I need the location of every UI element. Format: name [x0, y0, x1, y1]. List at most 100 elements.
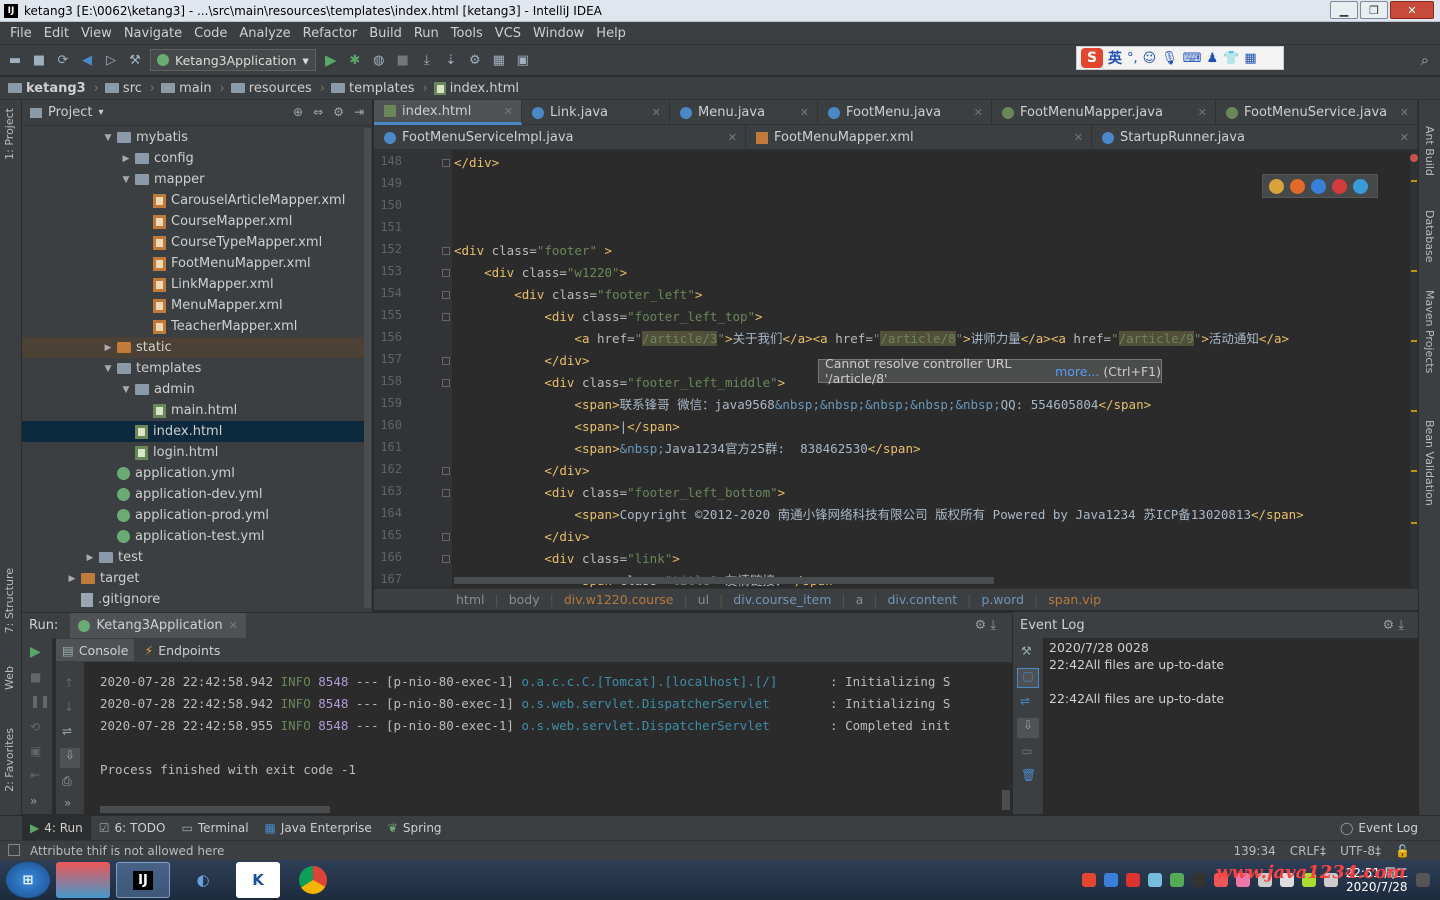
- tree-item[interactable]: application-test.yml: [22, 526, 366, 547]
- maven-tool-tab[interactable]: Maven Projects: [1423, 290, 1436, 373]
- menu-tools[interactable]: Tools: [445, 26, 489, 41]
- fold-marker-icon[interactable]: [442, 269, 450, 277]
- grid-icon[interactable]: ▦: [1244, 51, 1256, 66]
- fold-marker-icon[interactable]: [442, 489, 450, 497]
- editor-breadcrumb-item[interactable]: html: [456, 592, 484, 607]
- breadcrumb-item[interactable]: resources: [230, 81, 312, 96]
- tree-item[interactable]: main.html: [22, 400, 366, 421]
- open-folder-icon[interactable]: ▬: [6, 51, 24, 69]
- run-icon[interactable]: ▶: [322, 51, 340, 69]
- tree-item[interactable]: LinkMapper.xml: [22, 274, 366, 295]
- editor-breadcrumb-item[interactable]: div.w1220.course: [564, 592, 674, 607]
- shield-icon[interactable]: [1147, 873, 1162, 887]
- run-tab[interactable]: Ketang3Application ✕: [70, 612, 246, 639]
- build-icon[interactable]: ⚒: [126, 51, 144, 69]
- up-icon[interactable]: ↑: [64, 676, 74, 690]
- menu-refactor[interactable]: Refactor: [297, 26, 364, 41]
- menu-help[interactable]: Help: [590, 26, 632, 41]
- run-configuration-select[interactable]: Ketang3Application ▾: [150, 49, 316, 71]
- emoji-icon[interactable]: ☺: [1143, 51, 1157, 66]
- print-icon[interactable]: ⎙: [62, 774, 72, 789]
- close-tab-icon[interactable]: ✕: [1400, 131, 1409, 144]
- project-tool-tab[interactable]: 1: Project: [3, 108, 16, 160]
- expanded-arrow-icon[interactable]: ▼: [102, 133, 114, 143]
- scroll-from-source-icon[interactable]: ⊕: [293, 105, 303, 119]
- taskbar-eclipse-icon[interactable]: ◐: [176, 862, 230, 898]
- editor-breadcrumb-item[interactable]: p.word: [981, 592, 1024, 607]
- settings-icon[interactable]: ⚙: [466, 51, 484, 69]
- ime-toolbar[interactable]: S 英 °, ☺ 🎙 ⌨ ♟ 👕 ▦: [1076, 46, 1284, 70]
- taskbar-intellij-icon[interactable]: IJ: [116, 862, 170, 898]
- tree-item[interactable]: index.html: [22, 421, 366, 442]
- project-view-select[interactable]: Project: [48, 105, 92, 120]
- file-encoding[interactable]: UTF-8‡: [1340, 844, 1381, 858]
- tree-item[interactable]: CourseTypeMapper.xml: [22, 232, 366, 253]
- chevron-down-icon[interactable]: ▾: [98, 107, 103, 118]
- close-icon[interactable]: ✕: [229, 619, 238, 632]
- tree-item[interactable]: ▶ config: [22, 148, 366, 169]
- database-tool-tab[interactable]: Database: [1423, 210, 1436, 263]
- sync-icon[interactable]: ⟳: [54, 51, 72, 69]
- expanded-arrow-icon[interactable]: ▼: [120, 175, 132, 185]
- editor-tab[interactable]: FootMenuMapper.java ✕: [992, 100, 1216, 125]
- menu-vcs[interactable]: VCS: [489, 26, 527, 41]
- antivirus-icon[interactable]: [1125, 873, 1140, 887]
- spring-tool-tab[interactable]: ❦ Spring: [380, 816, 450, 841]
- nvidia-icon[interactable]: [1169, 873, 1184, 887]
- app-tray-icon[interactable]: [1191, 873, 1206, 887]
- update-icon[interactable]: ⇣: [442, 51, 460, 69]
- stop-icon[interactable]: ■: [30, 670, 41, 684]
- menu-file[interactable]: File: [4, 26, 38, 41]
- breadcrumb-item[interactable]: index.html: [433, 81, 519, 96]
- menu-view[interactable]: View: [75, 26, 118, 41]
- skin-icon[interactable]: 👕: [1223, 51, 1239, 66]
- collapse-all-icon[interactable]: ⇔: [313, 105, 323, 119]
- close-tab-icon[interactable]: ✕: [728, 131, 737, 144]
- editor-breadcrumb-item[interactable]: div.content: [888, 592, 958, 607]
- editor-tab[interactable]: FootMenuService.java ✕: [1216, 100, 1418, 125]
- console-vertical-scrollbar[interactable]: [1002, 790, 1010, 810]
- run-subtab-endpoints[interactable]: ⚡ Endpoints: [138, 639, 226, 661]
- tree-item[interactable]: CourseMapper.xml: [22, 211, 366, 232]
- close-tab-icon[interactable]: ✕: [1400, 106, 1409, 119]
- fold-icon[interactable]: ▭: [1021, 744, 1032, 758]
- action-center-icon[interactable]: [1416, 873, 1430, 887]
- scroll-to-end-icon[interactable]: ⇩: [1017, 718, 1039, 738]
- collapsed-arrow-icon[interactable]: ▶: [120, 154, 132, 164]
- save-icon[interactable]: ■: [30, 51, 48, 69]
- close-button[interactable]: ✕: [1390, 1, 1434, 19]
- fold-marker-icon[interactable]: [442, 291, 450, 299]
- exit-icon[interactable]: ⇤: [30, 768, 40, 782]
- ant-build-tool-tab[interactable]: Ant Build: [1423, 126, 1436, 176]
- taskbar-app-icon[interactable]: [56, 862, 110, 898]
- restore-icon[interactable]: ⟲: [30, 720, 40, 734]
- collapsed-arrow-icon[interactable]: ▶: [102, 343, 114, 353]
- breadcrumb-item[interactable]: main: [161, 81, 212, 96]
- menu-navigate[interactable]: Navigate: [118, 26, 188, 41]
- caret-position[interactable]: 139:34: [1234, 844, 1276, 858]
- trash-icon[interactable]: 🗑: [1021, 768, 1036, 782]
- tree-item[interactable]: ▼ templates: [22, 358, 366, 379]
- tree-item[interactable]: FootMenuMapper.xml: [22, 253, 366, 274]
- tree-item[interactable]: ▼ mapper: [22, 169, 366, 190]
- console-horizontal-scrollbar[interactable]: [100, 806, 330, 813]
- soft-wrap-icon[interactable]: ⇌: [1020, 694, 1030, 708]
- terminal-tool-tab[interactable]: ▭ Terminal: [173, 816, 256, 841]
- editor-tab[interactable]: StartupRunner.java ✕: [1092, 125, 1418, 150]
- ime-language[interactable]: 英: [1108, 48, 1122, 68]
- pause-icon[interactable]: ❚❚: [30, 694, 50, 708]
- editor-error-stripe[interactable]: [1410, 150, 1418, 587]
- ie-icon[interactable]: [1353, 178, 1368, 194]
- project-structure-icon[interactable]: ▦: [490, 51, 508, 69]
- coverage-icon[interactable]: ◍: [370, 51, 388, 69]
- editor-breadcrumb-item[interactable]: a: [856, 592, 864, 607]
- lock-icon[interactable]: 🔓: [1395, 844, 1410, 858]
- search-everywhere-icon[interactable]: ⌕: [1416, 51, 1434, 69]
- taskbar-kvm-icon[interactable]: K: [236, 862, 280, 898]
- gear-icon[interactable]: ⚙ ⤓: [1382, 618, 1404, 633]
- soft-wrap-icon[interactable]: ⇌: [62, 724, 72, 738]
- java-enterprise-tool-tab[interactable]: ▦ Java Enterprise: [257, 816, 380, 841]
- web-tool-tab[interactable]: Web: [3, 666, 16, 690]
- tooltip-more-link[interactable]: more...: [1055, 364, 1099, 379]
- tree-item[interactable]: ▶ test: [22, 547, 366, 568]
